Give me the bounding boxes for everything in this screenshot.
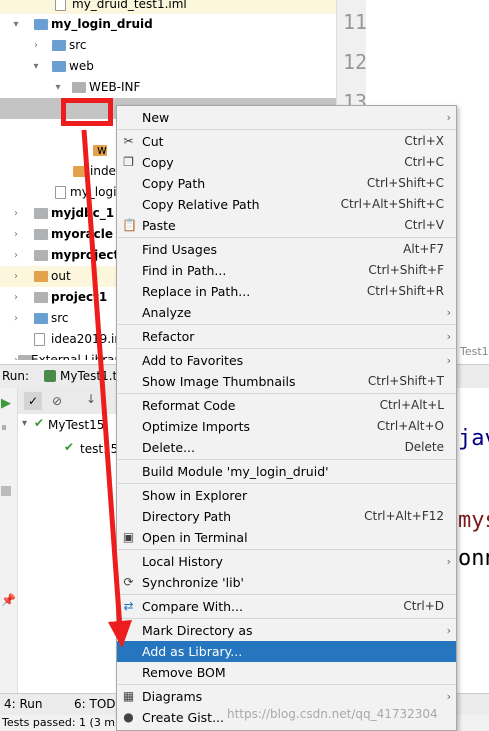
annotation-arrow	[81, 129, 132, 648]
watermark: https://blog.csdn.net/qq_41732304	[227, 707, 438, 721]
